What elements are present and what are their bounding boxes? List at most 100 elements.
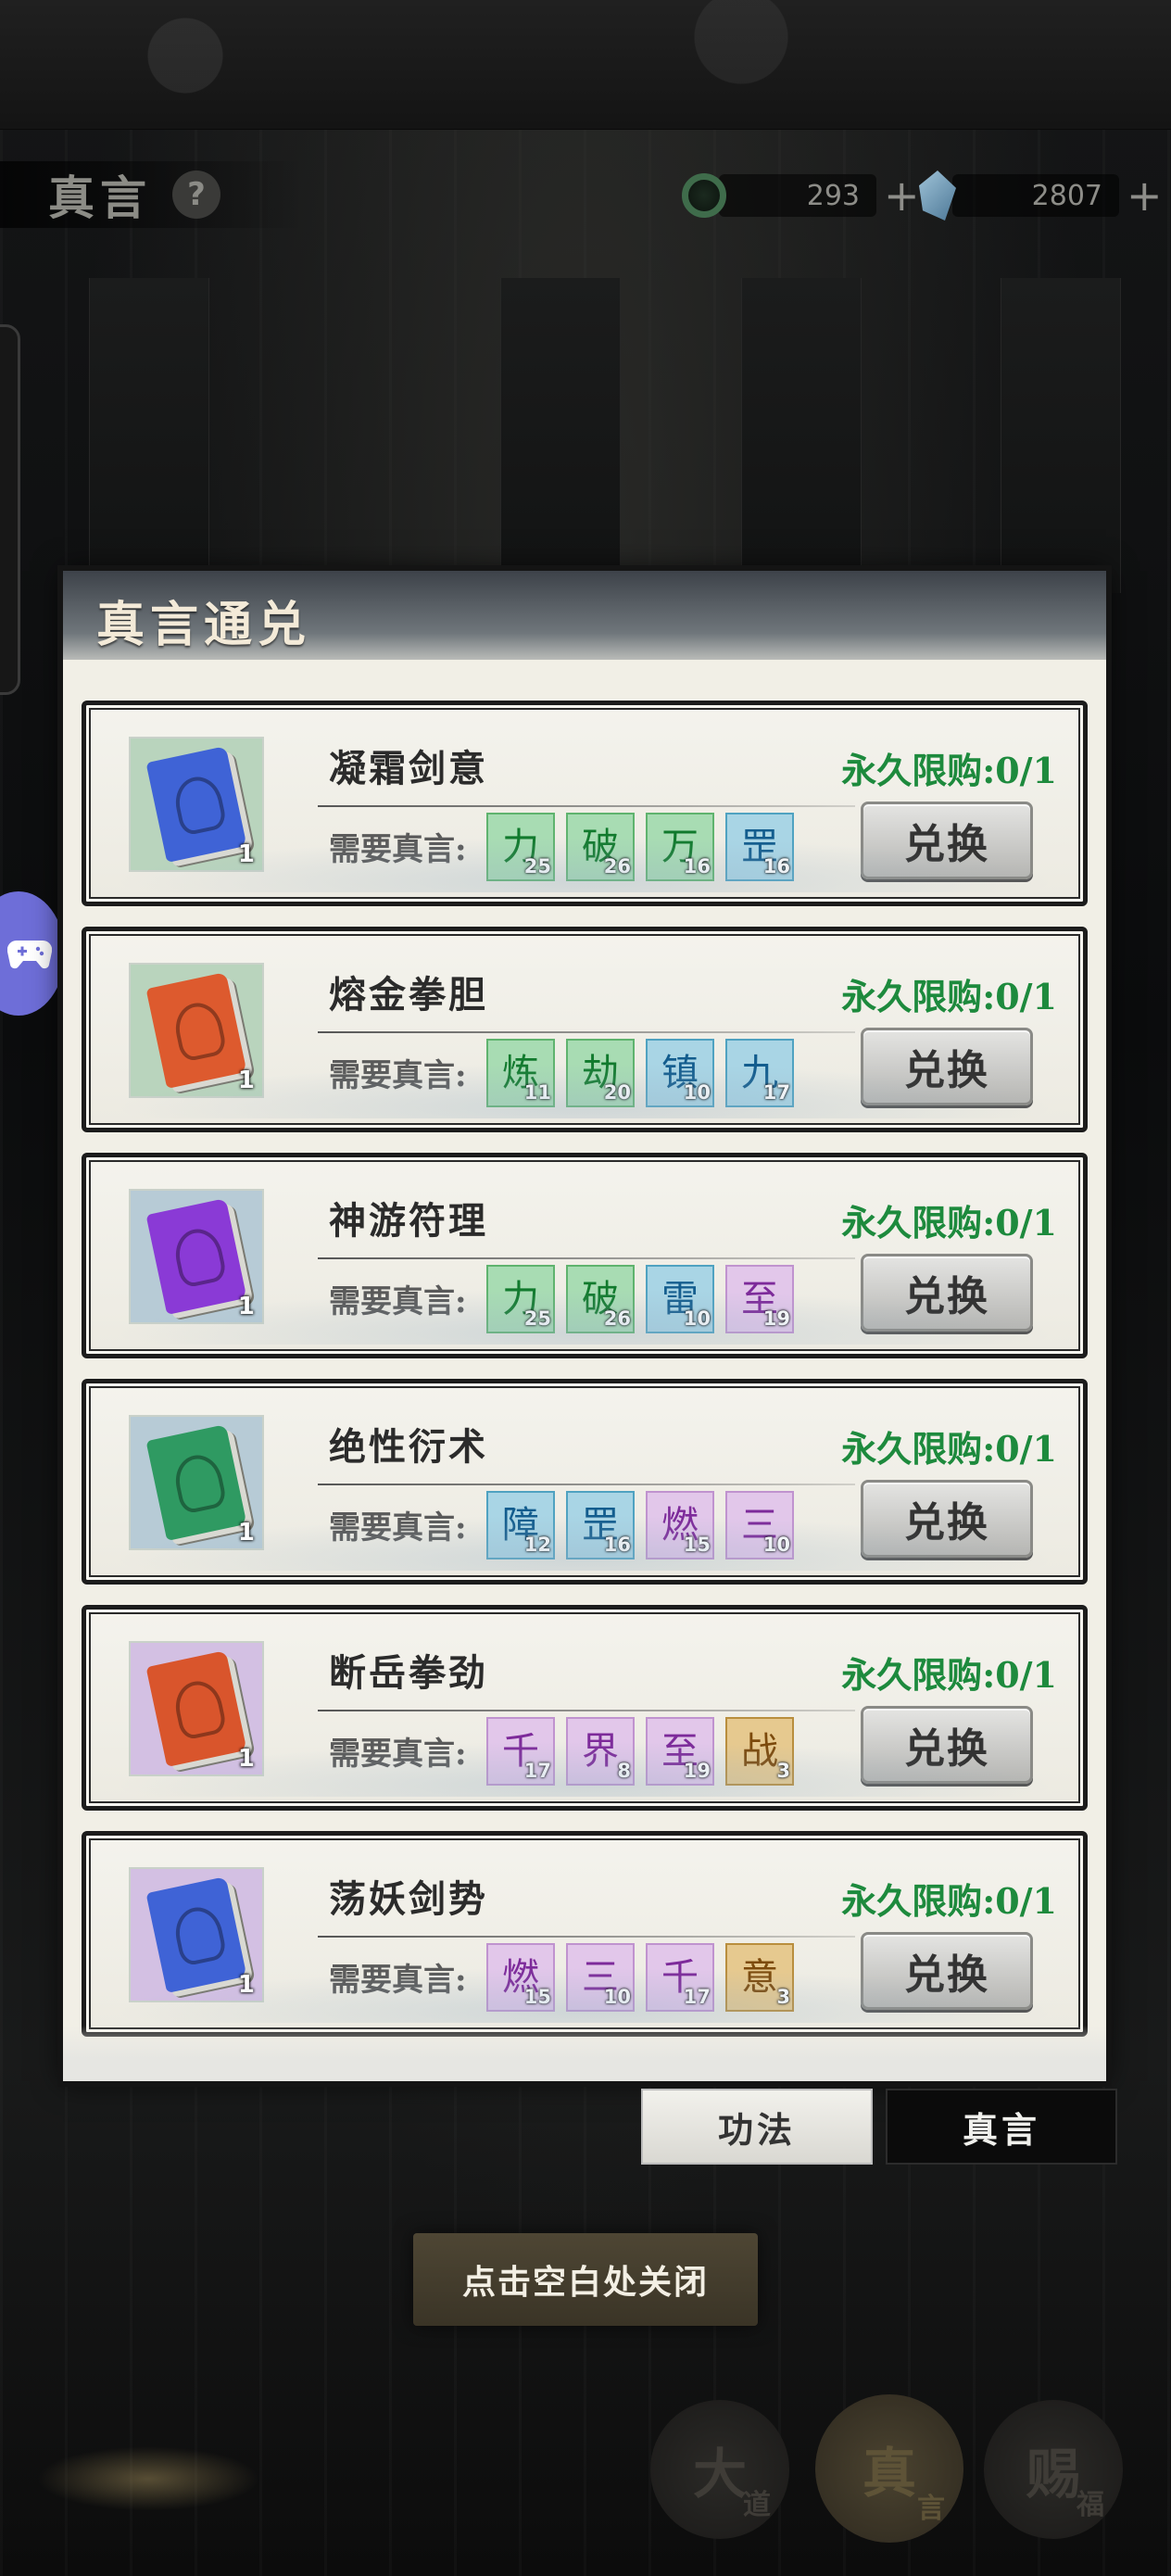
rune-token[interactable]: 破 26: [566, 813, 635, 881]
exchange-button[interactable]: 兑换: [861, 1254, 1033, 1332]
tab-gongfa[interactable]: 功法: [641, 2089, 873, 2165]
skill-book-icon[interactable]: 1: [129, 1867, 264, 2002]
item-name: 断岳拳劲: [329, 1651, 488, 1695]
rune-token[interactable]: 至 19: [725, 1265, 794, 1333]
book-icon: [145, 1876, 247, 1993]
required-runes: 千 17 界 8 至 19 战 3: [486, 1717, 794, 1786]
rune-token[interactable]: 力 25: [486, 1265, 555, 1333]
exchange-button[interactable]: 兑换: [861, 1706, 1033, 1784]
rune-count: 25: [523, 1307, 551, 1330]
side-panel-handle[interactable]: [0, 324, 20, 695]
rune-count: 10: [762, 1534, 790, 1556]
rune-token[interactable]: 炼 11: [486, 1039, 555, 1107]
page-title: 真言: [48, 170, 152, 225]
item-quantity: 1: [237, 1971, 255, 1999]
item-quantity: 1: [237, 840, 255, 868]
book-icon: [145, 1198, 247, 1315]
rune-token[interactable]: 罡 16: [566, 1491, 635, 1559]
book-icon: [145, 1650, 247, 1767]
top-decoration: [0, 0, 1171, 130]
rune-count: 19: [762, 1307, 790, 1330]
rune-count: 3: [776, 1986, 790, 2008]
crystal-currency: 2807 +: [919, 169, 1163, 222]
tab-zhenyan[interactable]: 真言: [886, 2089, 1117, 2165]
skill-book-icon[interactable]: 1: [129, 1189, 264, 1324]
item-quantity: 1: [237, 1745, 255, 1773]
rune-token[interactable]: 镇 10: [646, 1039, 714, 1107]
divider: [318, 1031, 855, 1033]
required-runes: 障 12 罡 16 燃 15 三 10: [486, 1491, 794, 1559]
rune-token[interactable]: 万 16: [646, 813, 714, 881]
rune-count: 17: [523, 1760, 551, 1782]
exchange-button[interactable]: 兑换: [861, 1480, 1033, 1558]
rune-token[interactable]: 破 26: [566, 1265, 635, 1333]
purchase-limit: 永久限购:0/1: [841, 976, 1057, 1017]
exchange-list[interactable]: 1 凝霜剑意 需要真言: 力 25 破 26 万 16 罡 16 永久限购:0/1 兑换 1 熔金拳胆 需要真…: [82, 701, 1088, 2044]
rune-count: 12: [523, 1534, 551, 1556]
rune-count: 10: [603, 1986, 631, 2008]
purchase-limit: 永久限购:0/1: [841, 1654, 1057, 1696]
requirement-label: 需要真言:: [329, 831, 467, 868]
exchange-item-card: 1 神游符理 需要真言: 力 25 破 26 雷 10 至 19 永久限购:0/1 兑换: [82, 1153, 1088, 1358]
background-scroll: [1001, 278, 1121, 593]
rune-token[interactable]: 三 10: [566, 1943, 635, 2012]
requirement-label: 需要真言:: [329, 1736, 467, 1773]
exchange-button[interactable]: 兑换: [861, 802, 1033, 879]
rune-count: 15: [683, 1534, 711, 1556]
rune-token[interactable]: 千 17: [646, 1943, 714, 2012]
rune-token[interactable]: 九 17: [725, 1039, 794, 1107]
rune-token[interactable]: 至 19: [646, 1717, 714, 1786]
divider: [318, 1936, 855, 1938]
skill-book-icon[interactable]: 1: [129, 1641, 264, 1776]
rune-token[interactable]: 三 10: [725, 1491, 794, 1559]
exchange-button[interactable]: 兑换: [861, 1932, 1033, 2010]
rune-token[interactable]: 燃 15: [646, 1491, 714, 1559]
rune-token[interactable]: 力 25: [486, 813, 555, 881]
add-crystal-button[interactable]: +: [1127, 174, 1163, 217]
exchange-item-card: 1 荡妖剑势 需要真言: 燃 15 三 10 千 17 意 3 永久限购:0/1 兑换: [82, 1831, 1088, 2037]
rune-token[interactable]: 界8: [566, 1717, 635, 1786]
rune-count: 20: [603, 1081, 631, 1104]
skill-book-icon[interactable]: 1: [129, 1415, 264, 1550]
rune-count: 16: [603, 1534, 631, 1556]
skill-book-icon[interactable]: 1: [129, 963, 264, 1098]
add-jade-button[interactable]: +: [884, 174, 920, 217]
page-title-area: 真言 ?: [0, 161, 306, 228]
rune-count: 26: [603, 855, 631, 878]
crystal-icon: [919, 170, 956, 221]
list-fade: [63, 2026, 1106, 2081]
close-hint[interactable]: 点击空白处关闭: [413, 2233, 758, 2326]
brush-decoration: [37, 2446, 259, 2511]
requirement-label: 需要真言:: [329, 1509, 467, 1547]
rune-token[interactable]: 劫 20: [566, 1039, 635, 1107]
rune-token[interactable]: 雷 10: [646, 1265, 714, 1333]
rune-token[interactable]: 罡 16: [725, 813, 794, 881]
nav-zhenyan[interactable]: 真 言: [815, 2394, 963, 2543]
nav-cifu[interactable]: 赐 福: [984, 2400, 1123, 2539]
exchange-button[interactable]: 兑换: [861, 1028, 1033, 1105]
rune-count: 16: [683, 855, 711, 878]
top-bar: 真言 ? 293 + 2807 +: [0, 148, 1171, 241]
nav-dadao-sublabel: 道: [743, 2489, 771, 2521]
required-runes: 力 25 破 26 万 16 罡 16: [486, 813, 794, 881]
jade-ring-icon: [682, 173, 726, 218]
required-runes: 力 25 破 26 雷 10 至 19: [486, 1265, 794, 1333]
book-icon: [145, 972, 247, 1089]
requirement-label: 需要真言:: [329, 1057, 467, 1094]
book-icon: [145, 746, 247, 863]
skill-book-icon[interactable]: 1: [129, 737, 264, 872]
rune-token[interactable]: 意3: [725, 1943, 794, 2012]
modal-title: 真言通兑: [96, 597, 312, 653]
help-icon[interactable]: ?: [172, 170, 220, 219]
modal-header: 真言通兑: [63, 571, 1106, 660]
item-name: 熔金拳胆: [329, 973, 488, 1017]
rune-token[interactable]: 燃 15: [486, 1943, 555, 2012]
nav-dadao[interactable]: 大 道: [650, 2400, 789, 2539]
rune-token[interactable]: 战3: [725, 1717, 794, 1786]
rune-token[interactable]: 障 12: [486, 1491, 555, 1559]
rune-count: 16: [762, 855, 790, 878]
rune-token[interactable]: 千 17: [486, 1717, 555, 1786]
divider: [318, 1484, 855, 1485]
exchange-item-card: 1 熔金拳胆需要真言: 炼 11 劫 20 镇 10 九 17 永久限购:0/1 兑换: [82, 927, 1088, 1132]
rune-glyph: 界: [582, 1730, 619, 1773]
